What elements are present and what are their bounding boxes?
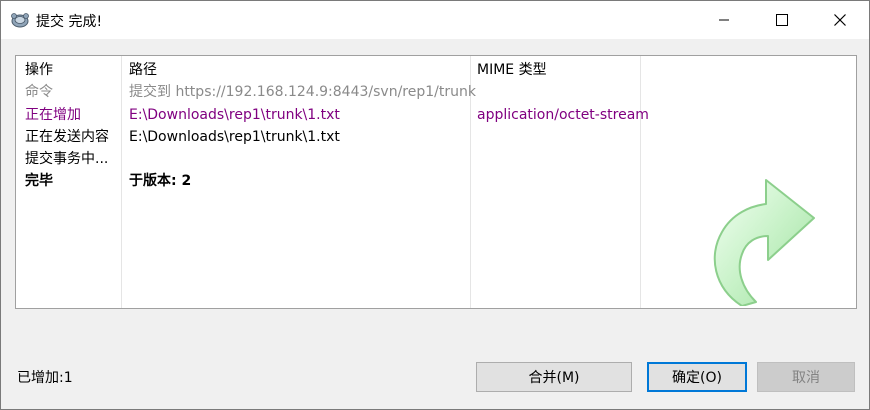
status-summary: 已增加:1 (17, 370, 73, 386)
row-action: 正在发送内容 (25, 129, 109, 145)
row-action: 完毕 (25, 173, 53, 189)
minimize-icon (719, 19, 729, 21)
header-mime[interactable]: MIME 类型 (477, 60, 547, 80)
commit-log-list[interactable]: 操作 路径 MIME 类型 命令 提交到 https://192.168.124… (15, 55, 857, 309)
commit-arrow-icon (713, 179, 815, 306)
row-action: 命令 (25, 84, 53, 100)
maximize-icon (776, 14, 788, 26)
minimize-button[interactable] (695, 1, 753, 39)
merge-button[interactable]: 合并(M) (476, 362, 632, 392)
row-mime: application/octet-stream (477, 107, 649, 123)
close-icon (834, 14, 846, 26)
header-action[interactable]: 操作 (25, 60, 53, 80)
cancel-button[interactable]: 取消 (757, 362, 855, 392)
header-path[interactable]: 路径 (129, 60, 157, 80)
window-title: 提交 完成! (36, 14, 103, 30)
row-path: 于版本: 2 (129, 173, 192, 189)
title-bar[interactable]: 提交 完成! (1, 1, 869, 39)
row-path: E:\Downloads\rep1\trunk\1.txt (129, 107, 340, 123)
row-action: 正在增加 (25, 107, 81, 123)
tortoisesvn-icon (11, 13, 29, 28)
commit-finished-dialog: 提交 完成! 操作 路径 MIME 类型 命令 提交到 https://192.… (0, 0, 870, 410)
column-mime (471, 56, 641, 308)
row-path: 提交到 https://192.168.124.9:8443/svn/rep1/… (129, 84, 476, 100)
ok-button[interactable]: 确定(O) (647, 362, 747, 392)
row-path: E:\Downloads\rep1\trunk\1.txt (129, 129, 340, 145)
maximize-button[interactable] (753, 1, 811, 39)
close-button[interactable] (811, 1, 869, 39)
row-action: 提交事务中... (25, 151, 109, 167)
